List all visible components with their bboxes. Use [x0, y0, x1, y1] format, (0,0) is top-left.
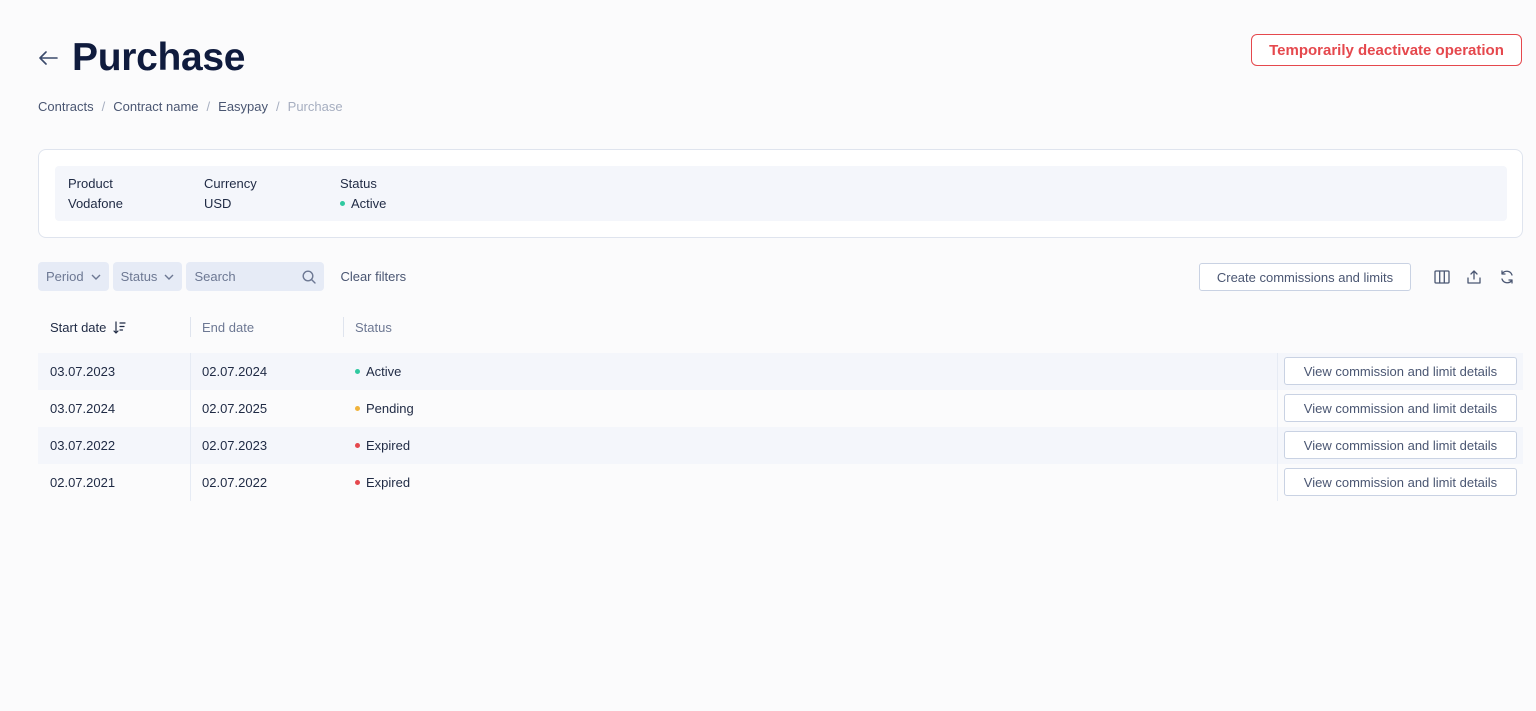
column-line [190, 390, 191, 427]
columns-icon[interactable] [1432, 267, 1452, 287]
status-text: Active [366, 364, 402, 379]
table-header: Start date End date Status [38, 313, 1523, 341]
column-line [1277, 390, 1278, 427]
column-line [1277, 353, 1278, 390]
status-dot-icon [355, 406, 360, 411]
breadcrumb-separator: / [206, 99, 211, 114]
breadcrumb-easypay[interactable]: Easypay [218, 99, 268, 114]
search-field[interactable] [186, 262, 325, 291]
end-date-cell: 02.07.2024 [202, 364, 268, 379]
breadcrumb-separator: / [276, 99, 280, 114]
product-info: Product Vodafone [68, 176, 123, 211]
start-date-cell: 03.07.2022 [50, 438, 116, 453]
start-date-cell: 03.07.2024 [50, 401, 116, 416]
status-info: Status Active [340, 176, 386, 211]
column-line [1277, 464, 1278, 501]
table-row: 02.07.2021 02.07.2022 Expired View commi… [38, 464, 1523, 501]
status-cell: Pending [355, 390, 414, 427]
end-date-cell: 02.07.2025 [202, 401, 268, 416]
refresh-icon[interactable] [1497, 267, 1517, 287]
back-arrow-icon[interactable] [37, 47, 59, 69]
search-input[interactable] [194, 269, 295, 284]
breadcrumb: Contracts / Contract name / Easypay / Pu… [38, 99, 343, 114]
status-text: Pending [366, 401, 414, 416]
filter-bar: Period Status Clear filters [38, 262, 406, 291]
currency-value: USD [204, 196, 232, 211]
chevron-down-icon [164, 274, 174, 280]
commissions-table: Start date End date Status 03.07.2023 02… [38, 313, 1523, 501]
create-commissions-button[interactable]: Create commissions and limits [1199, 263, 1411, 291]
period-filter[interactable]: Period [38, 262, 109, 291]
status-filter-label: Status [120, 269, 158, 284]
clear-filters-button[interactable]: Clear filters [340, 269, 406, 284]
column-line [1277, 427, 1278, 464]
operation-info-card: Product Vodafone Currency USD Status Act… [38, 149, 1523, 238]
column-header-start-date[interactable]: Start date [50, 313, 126, 341]
search-icon[interactable] [302, 269, 317, 284]
start-date-header-label: Start date [50, 319, 107, 335]
end-date-cell: 02.07.2023 [202, 438, 268, 453]
product-label: Product [68, 176, 113, 191]
currency-info: Currency USD [204, 176, 257, 211]
breadcrumb-contracts[interactable]: Contracts [38, 99, 94, 114]
status-text: Expired [366, 475, 411, 490]
column-line [190, 427, 191, 464]
breadcrumb-separator: / [101, 99, 106, 114]
status-badge: Active [340, 196, 386, 211]
table-row: 03.07.2024 02.07.2025 Pending View commi… [38, 390, 1523, 427]
operation-info-panel: Product Vodafone Currency USD Status Act… [55, 166, 1507, 221]
deactivate-operation-button[interactable]: Temporarily deactivate operation [1251, 34, 1522, 66]
status-cell: Active [355, 353, 401, 390]
column-line [190, 353, 191, 390]
export-icon[interactable] [1464, 267, 1484, 287]
table-row: 03.07.2022 02.07.2023 Expired View commi… [38, 427, 1523, 464]
table-body: 03.07.2023 02.07.2024 Active View commis… [38, 353, 1523, 501]
status-text: Expired [366, 438, 411, 453]
view-details-button[interactable]: View commission and limit details [1284, 431, 1517, 459]
column-divider [343, 317, 344, 337]
status-dot-icon [340, 201, 345, 206]
table-row: 03.07.2023 02.07.2024 Active View commis… [38, 353, 1523, 390]
status-label: Status [340, 176, 377, 191]
start-date-cell: 02.07.2021 [50, 475, 116, 490]
product-value: Vodafone [68, 196, 123, 211]
view-details-button[interactable]: View commission and limit details [1284, 394, 1517, 422]
status-dot-icon [355, 443, 360, 448]
status-dot-icon [355, 369, 360, 374]
view-details-button[interactable]: View commission and limit details [1284, 468, 1517, 496]
breadcrumb-current: Purchase [287, 99, 343, 114]
status-cell: Expired [355, 464, 410, 501]
status-dot-icon [355, 480, 360, 485]
chevron-down-icon [91, 274, 101, 280]
column-line [190, 464, 191, 501]
page-title: Purchase [72, 36, 246, 79]
status-value: Active [351, 196, 387, 211]
end-date-cell: 02.07.2022 [202, 475, 268, 490]
status-filter[interactable]: Status [112, 262, 183, 291]
currency-label: Currency [204, 176, 257, 191]
breadcrumb-contract-name[interactable]: Contract name [113, 99, 198, 114]
start-date-cell: 03.07.2023 [50, 364, 116, 379]
column-divider [190, 317, 191, 337]
status-cell: Expired [355, 427, 410, 464]
page-header: Purchase [37, 36, 246, 80]
column-header-status[interactable]: Status [355, 313, 392, 341]
sort-descending-icon[interactable] [113, 320, 126, 334]
period-filter-label: Period [46, 269, 84, 284]
column-header-end-date[interactable]: End date [202, 313, 254, 341]
view-details-button[interactable]: View commission and limit details [1284, 357, 1517, 385]
